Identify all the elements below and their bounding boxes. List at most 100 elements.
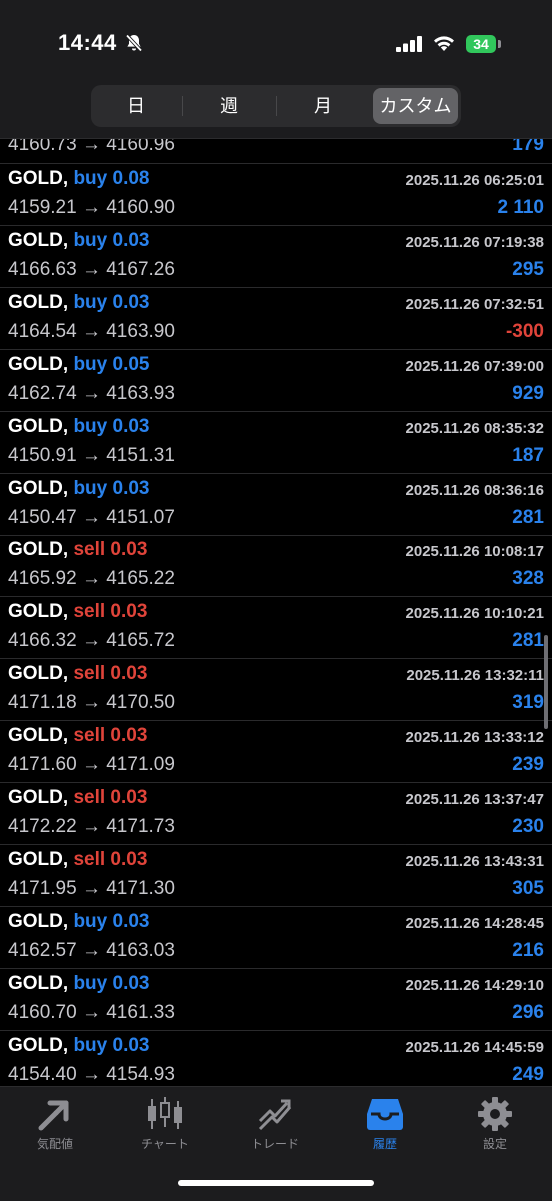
trade-side-volume: buy 0.03 [73,910,150,932]
trade-row[interactable]: GOLD, buy 0.08 2025.11.26 06:25:01 4159.21… [0,164,552,226]
trade-timestamp: 2025.11.26 13:32:11 [406,667,544,685]
trade-symbol: GOLD, [8,1034,69,1056]
trade-profit: 281 [512,506,544,528]
tab-label: 気配値 [36,1137,73,1151]
trade-side-volume: sell 0.03 [73,787,148,808]
trade-timestamp: 2025.11.26 08:36:16 [405,481,544,499]
trade-prices: 4150.47 → 4151.07 [8,506,175,528]
trade-side-volume: buy 0.03 [73,477,150,499]
trade-row[interactable]: GOLD, buy 0.03 2025.11.26 07:19:38 4166.63… [0,226,552,288]
trade-profit: 319 [512,692,544,714]
trade-timestamp: 2025.11.26 13:33:12 [405,729,544,747]
battery-icon: 34 [466,35,496,53]
trade-symbol: GOLD, [8,848,69,870]
trade-row[interactable]: GOLD, buy 0.03 2025.11.26 14:29:10 4160.70… [0,969,552,1031]
trade-symbol: GOLD, [8,229,69,251]
trade-title: GOLD, buy 0.03 [8,911,150,933]
trade-symbol: GOLD, [8,415,69,437]
status-time: 14:44 [58,30,117,55]
trade-title: GOLD, sell 0.03 [8,787,147,809]
trade-profit: 187 [512,444,544,466]
trade-prices: 4162.74 → 4163.93 [8,382,175,404]
trade-profit: 929 [512,382,544,404]
trade-side-volume: buy 0.03 [73,291,150,313]
trade-timestamp: 2025.11.26 10:10:21 [405,605,544,623]
trade-row[interactable]: GOLD, sell 0.03 2025.11.26 13:43:31 4171.9… [0,845,552,907]
trade-symbol: GOLD, [8,787,69,808]
trade-symbol: GOLD, [8,663,69,685]
trade-title: GOLD, sell 0.03 [8,849,147,871]
trade-profit: 216 [512,939,544,961]
tab-trade[interactable]: トレード [220,1095,330,1152]
trade-symbol: GOLD, [8,291,69,313]
segment-day[interactable]: 日 [91,85,181,127]
trade-timestamp: 2025.11.26 07:32:51 [405,295,544,313]
trade-row[interactable]: GOLD, sell 0.03 2025.11.26 13:32:11 4171.1… [0,659,552,722]
trade-side-volume: buy 0.03 [73,972,150,994]
trade-prices: 4171.60 → 4171.09 [8,754,175,776]
segment-month[interactable]: 月 [277,85,369,127]
trade-prices: 4165.92 → 4165.22 [8,568,175,590]
trade-row[interactable]: GOLD, sell 0.03 2025.11.26 13:37:47 4172.2… [0,783,552,845]
trade-row[interactable]: GOLD, buy 0.03 2025.11.26 07:32:51 4164.54… [0,288,552,350]
tab-history[interactable]: 履歴 [330,1095,440,1152]
trade-profit: 296 [512,1001,544,1023]
trade-history-list[interactable]: 4160.73 → 4160.96 179 GOLD, buy 0.08 2025… [0,139,552,1085]
scroll-indicator[interactable] [544,635,548,729]
battery-tip [498,40,501,48]
trade-row[interactable]: GOLD, buy 0.03 2025.11.26 14:28:45 4162.57… [0,907,552,969]
tab-label: チャート [141,1137,189,1151]
trade-symbol: GOLD, [8,539,69,561]
trade-prices: 4171.95 → 4171.30 [8,877,175,899]
trade-profit: 230 [512,816,544,837]
trade-timestamp: 2025.11.26 08:35:32 [405,419,544,437]
trade-symbol: GOLD, [8,910,69,932]
chart-icon [148,1097,182,1129]
trade-profit: 239 [512,754,544,776]
trade-side-volume: sell 0.03 [73,725,148,747]
trade-title: GOLD, buy 0.03 [8,1035,150,1057]
trade-side-volume: sell 0.03 [73,601,148,623]
trade-timestamp: 2025.11.26 14:28:45 [405,914,544,932]
trade-prices: 4150.91 → 4151.31 [8,444,175,466]
trade-title: GOLD, buy 0.03 [8,416,150,438]
trade-profit: 2 110 [497,197,545,218]
trade-side-volume: buy 0.03 [73,415,150,437]
trade-profit: 179 [512,139,544,155]
trade-timestamp: 2025.11.26 13:43:31 [405,852,544,870]
trade-profit: -300 [505,320,544,342]
tab-chart[interactable]: チャート [110,1095,220,1152]
trade-profit: 328 [512,568,544,590]
trade-prices: 4171.18 → 4170.50 [8,692,175,714]
trade-timestamp: 2025.11.26 06:25:01 [405,172,544,189]
tab-quotes[interactable]: 気配値 [0,1095,110,1152]
trade-row[interactable]: GOLD, sell 0.03 2025.11.26 13:33:12 4171.6… [0,721,552,784]
list-item-partial[interactable]: 4160.73 → 4160.96 179 [0,139,552,164]
trade-prices: 4160.70 → 4161.33 [8,1001,175,1023]
segment-custom[interactable]: カスタム [373,88,458,124]
trade-row[interactable]: GOLD, buy 0.03 2025.11.26 08:36:16 4150.47… [0,474,552,536]
quotes-icon [38,1100,69,1131]
trade-title: GOLD, buy 0.03 [8,292,150,314]
trade-profit: 305 [512,877,544,899]
trade-row[interactable]: GOLD, buy 0.03 2025.11.26 14:45:59 4154.40… [0,1031,552,1085]
trade-symbol: GOLD, [8,972,69,994]
tab-label: トレード [250,1137,299,1151]
period-segmented-control: 日 週 月 カスタム [91,85,461,127]
trade-prices: 4164.54 → 4163.90 [8,320,175,342]
cellular-signal-icon [396,36,422,52]
trade-row[interactable]: GOLD, sell 0.03 2025.11.26 10:10:21 4166.3… [0,597,552,660]
trade-row[interactable]: GOLD, buy 0.03 2025.11.26 08:35:32 4150.91… [0,412,552,474]
home-indicator[interactable] [178,1180,374,1186]
trade-timestamp: 2025.11.26 14:45:59 [405,1038,544,1056]
trade-timestamp: 2025.11.26 10:08:17 [405,543,544,561]
trade-row[interactable]: GOLD, sell 0.03 2025.11.26 10:08:17 4165.9… [0,535,552,598]
trade-icon [258,1099,292,1131]
trade-row[interactable]: GOLD, buy 0.05 2025.11.26 07:39:00 4162.74… [0,350,552,412]
segment-week[interactable]: 週 [183,85,275,127]
trade-timestamp: 2025.11.26 14:29:10 [405,976,544,994]
trade-title: GOLD, buy 0.03 [8,973,150,995]
trade-side-volume: buy 0.03 [73,1034,150,1056]
tab-settings[interactable]: 設定 [440,1095,550,1152]
trade-profit: 295 [512,258,544,280]
